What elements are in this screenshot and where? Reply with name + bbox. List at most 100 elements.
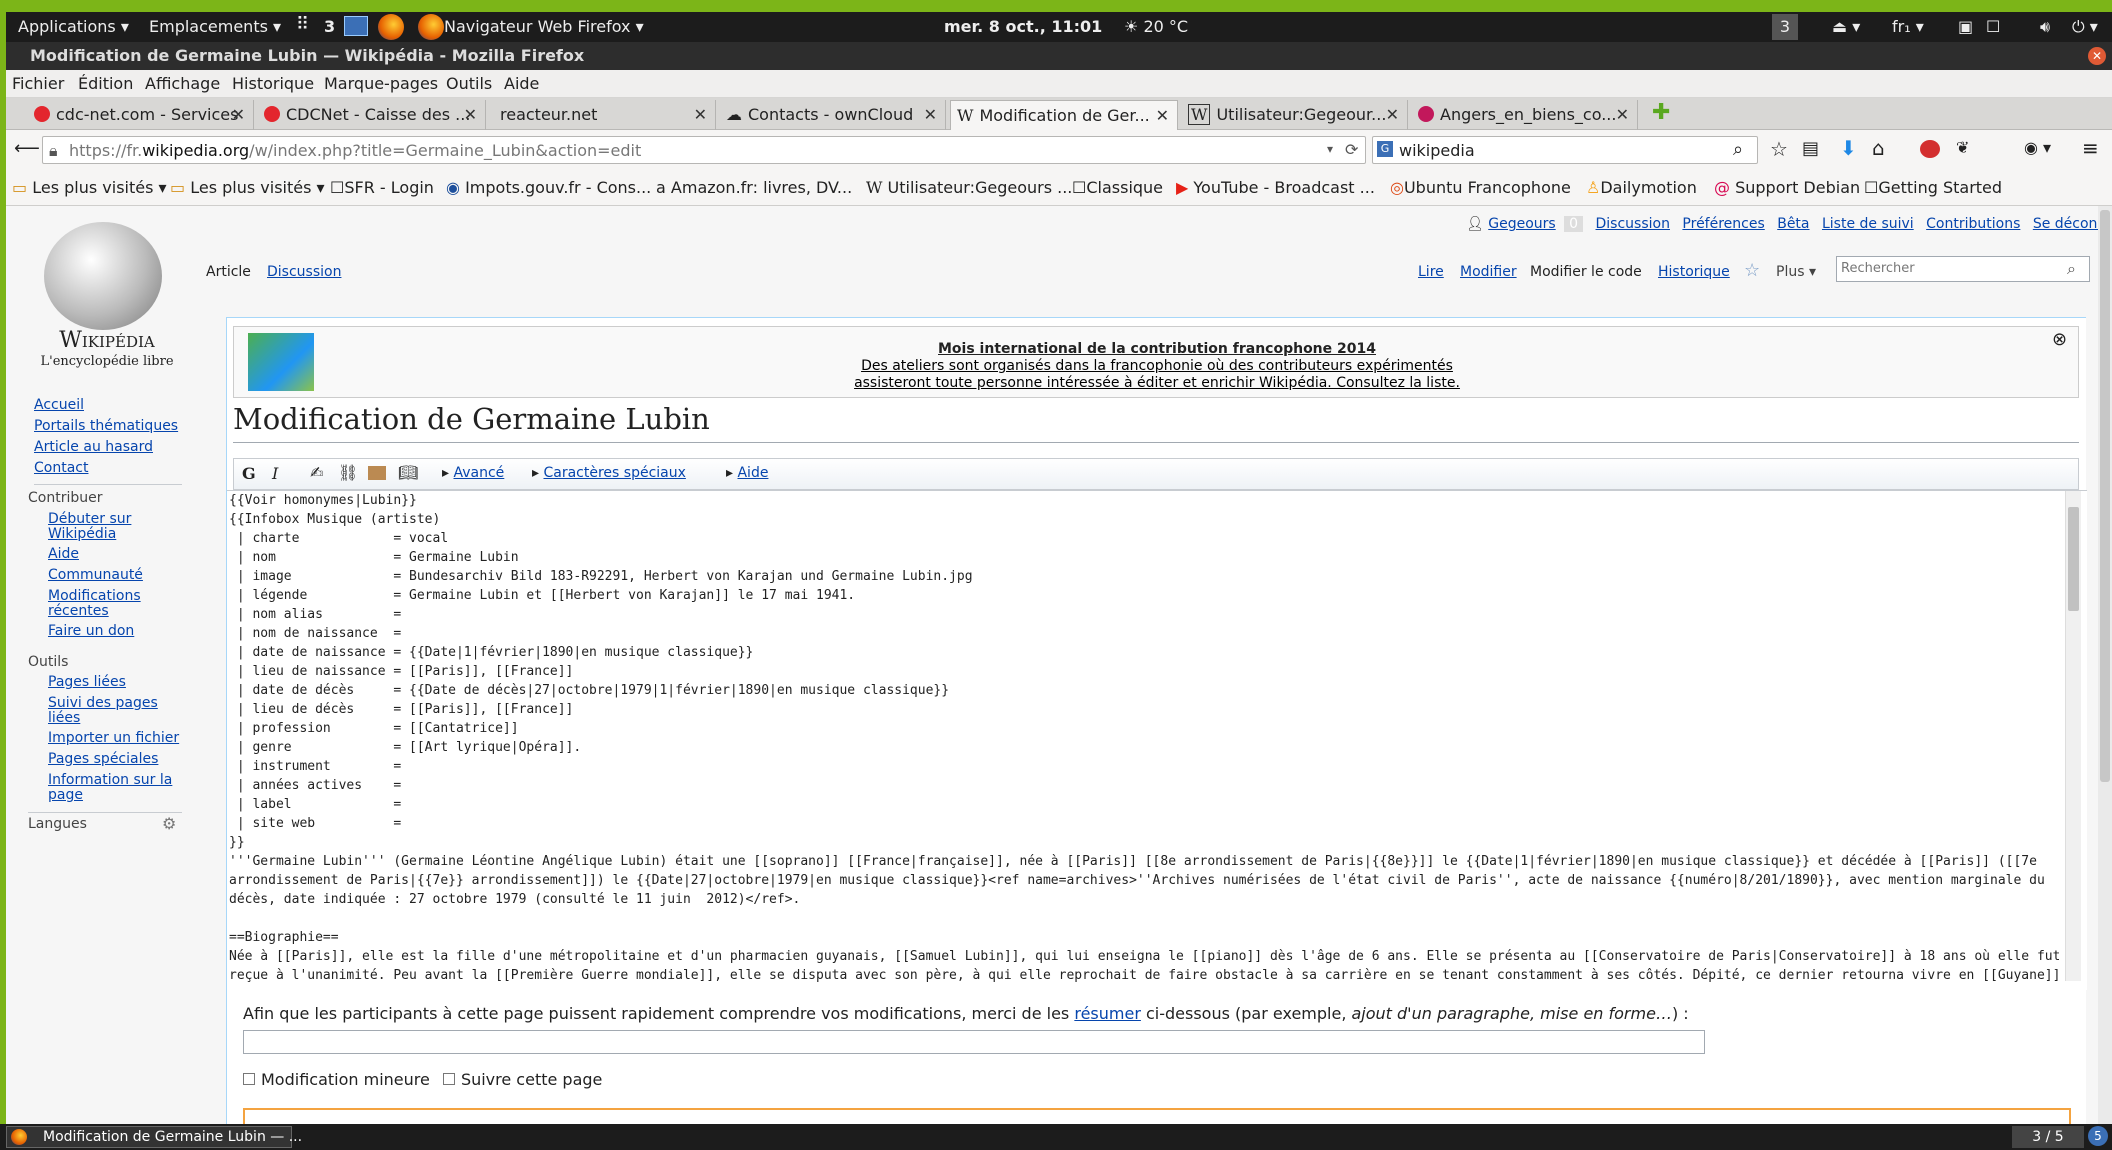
volume-icon[interactable]: 🔊︎	[2040, 17, 2050, 37]
bold-button[interactable]: G	[242, 464, 256, 483]
url-bar[interactable]: 🔒︎ https://fr.wikipedia.org/w/index.php?…	[42, 136, 1366, 164]
summary-help-link[interactable]: résumer	[1074, 1004, 1141, 1023]
desktop-icon[interactable]	[344, 16, 368, 36]
banner-line-2[interactable]: assisteront toute personne intéressée à …	[234, 375, 2080, 391]
wiki-search-icon[interactable]: ⌕	[2067, 259, 2076, 279]
image-icon[interactable]	[368, 466, 386, 480]
home-icon[interactable]: ⌂	[1872, 136, 1885, 160]
dropdown-icon[interactable]: ▾	[1327, 142, 1333, 156]
menu-bookmarks[interactable]: Marque-pages	[324, 74, 438, 93]
banner-title[interactable]: Mois international de la contribution fr…	[234, 341, 2080, 357]
tab-owncloud[interactable]: ☁ Contacts - ownCloud ✕	[720, 100, 946, 130]
sidebar-item-portals[interactable]: Portails thématiques	[34, 419, 178, 434]
eject-icon[interactable]: ⏏ ▾	[1832, 17, 1860, 36]
tab-edit[interactable]: Modifier	[1460, 264, 1517, 280]
places-menu[interactable]: Emplacements ▾	[149, 17, 281, 36]
download-icon[interactable]: ⬇	[1840, 136, 1857, 160]
tab-edit-source[interactable]: Modifier le code	[1530, 264, 1642, 280]
tab-close-icon[interactable]: ✕	[694, 105, 707, 124]
sidebar-item-getting-started[interactable]: Débuter sur Wikipédia	[48, 512, 168, 542]
search-bar[interactable]: G wikipedia ⌕	[1372, 136, 1758, 164]
tab-close-icon[interactable]: ✕	[232, 105, 245, 124]
window-close-icon[interactable]: ✕	[2088, 47, 2106, 65]
bookmark-star-icon[interactable]: ☆	[1770, 137, 1788, 161]
page-scrollbar[interactable]	[2098, 206, 2112, 1124]
wikipedia-globe-logo[interactable]	[44, 222, 162, 330]
link-icon[interactable]: ⛓	[338, 463, 358, 482]
bookmark-sfr[interactable]: ☐SFR - Login	[330, 178, 434, 197]
special-chars-menu[interactable]: ▸ Caractères spéciaux	[532, 465, 686, 481]
sidebar-item-recent-changes[interactable]: Modifications récentes	[48, 589, 158, 619]
menu-help[interactable]: Aide	[504, 74, 539, 93]
minor-edit-label[interactable]: Modification mineure	[261, 1070, 430, 1089]
bookmark-getting-started[interactable]: ☐Getting Started	[1864, 178, 2002, 197]
hamburger-menu-icon[interactable]: ≡	[2082, 136, 2099, 160]
workspace-number[interactable]: 3	[324, 17, 335, 36]
italic-button[interactable]: I	[272, 464, 278, 483]
clock[interactable]: mer. 8 oct., 11:01	[944, 17, 1102, 36]
talk-link[interactable]: Discussion	[1596, 216, 1670, 232]
minor-edit-checkbox[interactable]	[243, 1073, 255, 1085]
menu-history[interactable]: Historique	[232, 74, 314, 93]
user-link[interactable]: Gegeours	[1488, 216, 1555, 232]
back-arrow-icon[interactable]: ⟵	[14, 138, 40, 159]
tab-utilisateur[interactable]: W Utilisateur:Gegeour... ✕	[1182, 100, 1408, 130]
bookmark-folder-most-visited-2[interactable]: ▭ Les plus visités ▾	[170, 178, 325, 197]
bookmark-debian[interactable]: @ Support Debian	[1714, 178, 1860, 197]
addon-icon[interactable]: ❦	[1956, 138, 1969, 157]
menu-edit[interactable]: Édition	[78, 74, 133, 93]
bookmark-ubuntu[interactable]: ◎Ubuntu Francophone	[1390, 178, 1571, 197]
help-menu[interactable]: ▸ Aide	[726, 465, 768, 481]
firefox-launcher-icon[interactable]	[378, 14, 404, 40]
adblock-icon[interactable]	[1920, 140, 1940, 158]
signature-icon[interactable]: ✍	[310, 463, 323, 482]
sidebar-item-page-info[interactable]: Information sur la page	[48, 773, 178, 803]
page-scrollbar-thumb[interactable]	[2100, 210, 2110, 782]
notification-count[interactable]: 3	[1772, 14, 1798, 40]
sidebar-item-what-links-here[interactable]: Pages liées	[48, 675, 126, 690]
addon-menu-icon[interactable]: ◉ ▾	[2024, 138, 2051, 157]
bookmark-folder-most-visited[interactable]: ▭ Les plus visités ▾	[12, 178, 167, 197]
tab-reacteur[interactable]: reacteur.net ✕	[490, 100, 716, 130]
reference-icon[interactable]: 📖︎	[398, 463, 418, 482]
menu-view[interactable]: Affichage	[145, 74, 220, 93]
workspace-indicator[interactable]: 3 / 5	[2012, 1126, 2084, 1148]
summary-input[interactable]	[243, 1030, 1705, 1054]
bookmark-dailymotion[interactable]: ♙Dailymotion	[1586, 178, 1697, 197]
editor-scrollbar[interactable]	[2065, 491, 2081, 981]
banner-close-icon[interactable]: ⊗	[2052, 329, 2067, 350]
weather-indicator[interactable]: ☀ 20 °C	[1124, 17, 1188, 36]
sidebar-item-upload-file[interactable]: Importer un fichier	[48, 731, 179, 746]
sidebar-item-community[interactable]: Communauté	[48, 568, 143, 583]
sidebar-item-related-changes[interactable]: Suivi des pages liées	[48, 696, 168, 726]
reload-icon[interactable]: ⟳	[1345, 140, 1358, 159]
tab-close-icon[interactable]: ✕	[1156, 106, 1169, 125]
sidebar-item-home[interactable]: Accueil	[34, 398, 84, 413]
watch-star-icon[interactable]: ☆	[1744, 260, 1760, 281]
search-icon[interactable]: ⌕	[1733, 139, 1743, 160]
tab-cdcnet[interactable]: CDCNet - Caisse des ... ✕	[258, 100, 486, 130]
sidebar-item-special-pages[interactable]: Pages spéciales	[48, 752, 158, 767]
advanced-menu[interactable]: ▸ Avancé	[442, 465, 504, 481]
tab-close-icon[interactable]: ✕	[464, 105, 477, 124]
tab-wikipedia-edit[interactable]: W Modification de Ger... ✕	[950, 100, 1178, 130]
bookmark-impots[interactable]: ◉ Impots.gouv.fr - Cons...	[446, 178, 651, 197]
watch-page-checkbox[interactable]	[442, 1073, 455, 1085]
tab-history[interactable]: Historique	[1658, 264, 1730, 280]
wikitext-editor[interactable]: {{Voir homonymes|Lubin}} {{Infobox Musiq…	[227, 490, 2087, 990]
watch-page-label[interactable]: Suivre cette page	[461, 1070, 602, 1089]
wiki-search-input[interactable]: Rechercher ⌕	[1836, 256, 2090, 282]
bookmark-amazon[interactable]: a Amazon.fr: livres, DV...	[656, 178, 852, 197]
editor-scrollbar-thumb[interactable]	[2068, 507, 2079, 611]
bookmark-youtube[interactable]: ▶ YouTube - Broadcast ...	[1176, 178, 1375, 197]
tab-angers[interactable]: Angers_en_biens_co... ✕	[1412, 100, 1638, 130]
keyboard-layout[interactable]: fr₁ ▾	[1892, 17, 1924, 36]
tab-cdc-net[interactable]: cdc-net.com - Services ✕	[28, 100, 254, 130]
search-engine-icon[interactable]: G	[1377, 141, 1393, 157]
sidebar-item-donate[interactable]: Faire un don	[48, 624, 134, 639]
tab-close-icon[interactable]: ✕	[1386, 105, 1399, 124]
banner-line-1[interactable]: Des ateliers sont organisés dans la fran…	[234, 358, 2080, 374]
reading-list-icon[interactable]: ▤	[1802, 138, 1819, 159]
sidebar-item-contact[interactable]: Contact	[34, 461, 88, 476]
more-menu[interactable]: Plus ▾	[1776, 264, 1816, 280]
